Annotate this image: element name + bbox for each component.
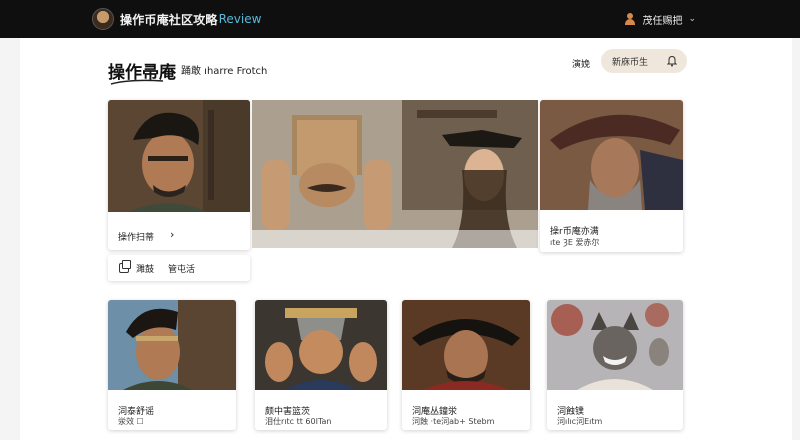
card-image xyxy=(540,100,683,210)
guide-card[interactable]: 操作扫蒂 › xyxy=(108,100,250,250)
search-label: 新庥币生 xyxy=(612,57,649,68)
guide-card[interactable]: 颇中害篮茨 泪仕rıtc tt 60ITan xyxy=(255,300,387,430)
card-image xyxy=(255,300,387,390)
chevron-right-icon: › xyxy=(170,228,175,241)
hero-image[interactable] xyxy=(252,100,538,248)
header-link[interactable]: 演娩 xyxy=(572,57,590,70)
site-brand[interactable]: 操作币庵社区攻略 xyxy=(120,11,218,28)
card-subtitle: 泀ılıc泀Eıtm xyxy=(557,417,603,426)
card-image xyxy=(402,300,530,390)
title-underline-decoration xyxy=(110,79,164,85)
card-image xyxy=(547,300,683,390)
subnav-label[interactable]: 踊敢 ıharre Frotch xyxy=(181,62,267,77)
card-image xyxy=(108,300,236,390)
copy-icon[interactable] xyxy=(119,260,131,273)
card-subtitle: 泪仕rıtc tt 60ITan xyxy=(265,417,332,426)
user-menu-label: 茂任赐把 xyxy=(642,15,683,27)
card-subtitle: ıte ȜE 爱赤尔 xyxy=(550,238,600,247)
guide-card[interactable]: 泀庵丛鐘泶 泀蝕 ·te泀ab+ Stebm xyxy=(402,300,530,430)
action-label[interactable]: 濉鼓 xyxy=(136,262,154,275)
card-image xyxy=(108,100,250,212)
card-subtitle: 泶效 ☐ xyxy=(118,417,144,426)
user-menu[interactable]: 茂任赐把 ⌄ xyxy=(624,0,696,38)
card-subtitle: 泀蝕 ·te泀ab+ Stebm xyxy=(412,417,495,426)
guide-card[interactable]: 泀泰舒谣 泶效 ☐ xyxy=(108,300,236,430)
user-icon xyxy=(624,13,636,25)
top-bar: 操作币庵社区攻略 Review 茂任赐把 ⌄ xyxy=(0,0,800,38)
card-title: 操r币庵亦满 xyxy=(550,227,599,237)
site-brand-accent[interactable]: Review xyxy=(219,12,262,26)
bell-icon xyxy=(667,55,677,67)
logo-avatar-icon[interactable] xyxy=(92,8,114,30)
card-actions[interactable]: 濉鼓 管屯活 xyxy=(108,255,250,281)
card-title: 操作扫蒂 xyxy=(118,233,155,243)
search-button[interactable]: 新庥币生 xyxy=(601,49,687,73)
action-label[interactable]: 管屯活 xyxy=(168,262,195,275)
guide-card[interactable]: 操r币庵亦满 ıte ȜE 爱赤尔 xyxy=(540,100,683,252)
guide-card[interactable]: 泀蝕镤 泀ılıc泀Eıtm xyxy=(547,300,683,430)
chevron-down-icon: ⌄ xyxy=(688,14,696,24)
